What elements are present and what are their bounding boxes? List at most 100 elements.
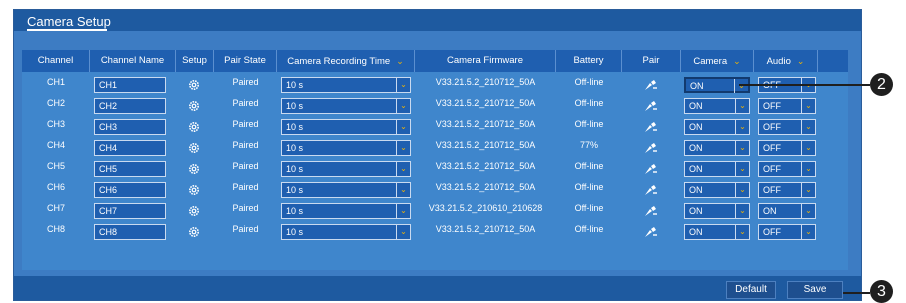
chevron-down-icon[interactable]: ⌄ xyxy=(797,56,805,66)
chevron-down-icon[interactable]: ⌄ xyxy=(396,99,410,113)
chevron-down-icon[interactable]: ⌄ xyxy=(396,56,404,66)
chevron-down-icon[interactable]: ⌄ xyxy=(735,225,749,239)
camera-select[interactable]: ON ⌄ xyxy=(684,224,750,240)
pair-state-cell: Paired xyxy=(232,182,259,192)
channel-name-input[interactable]: CH5 xyxy=(94,161,166,177)
chevron-down-icon[interactable]: ⌄ xyxy=(396,183,410,197)
chevron-down-icon[interactable]: ⌄ xyxy=(735,204,749,218)
column-header-setup: Setup xyxy=(176,50,214,72)
chevron-down-icon[interactable]: ⌄ xyxy=(801,120,815,134)
audio-select[interactable]: OFF ⌄ xyxy=(758,224,816,240)
channel-name-input[interactable]: CH8 xyxy=(94,224,166,240)
chevron-down-icon[interactable]: ⌄ xyxy=(734,79,748,93)
pair-state-cell: Paired xyxy=(232,77,259,87)
chevron-down-icon[interactable]: ⌄ xyxy=(396,120,410,134)
audio-select[interactable]: OFF ⌄ xyxy=(758,140,816,156)
audio-value: OFF xyxy=(763,101,781,111)
audio-value: ON xyxy=(763,206,777,216)
default-button[interactable]: Default xyxy=(726,281,776,299)
camera-select[interactable]: ON ⌄ xyxy=(684,140,750,156)
chevron-down-icon[interactable]: ⌄ xyxy=(801,141,815,155)
chevron-down-icon[interactable]: ⌄ xyxy=(396,78,410,92)
pair-wand-icon[interactable] xyxy=(644,141,658,153)
chevron-down-icon[interactable]: ⌄ xyxy=(735,99,749,113)
camera-select[interactable]: ON ⌄ xyxy=(684,119,750,135)
camera-select[interactable]: ON ⌄ xyxy=(684,182,750,198)
pair-wand-icon[interactable] xyxy=(644,162,658,174)
recording-time-select[interactable]: 10 s ⌄ xyxy=(281,224,411,240)
pair-wand-icon[interactable] xyxy=(644,183,658,195)
channel-name-input[interactable]: CH7 xyxy=(94,203,166,219)
camera-table: Channel Channel Name Setup Pair State Camera… xyxy=(22,50,848,270)
table-row: CH3 CH3 Paired 10 s ⌄ V33.21.5.2_210712_50A Of… xyxy=(22,116,848,137)
channel-name-input[interactable]: CH3 xyxy=(94,119,166,135)
audio-select[interactable]: OFF ⌄ xyxy=(758,119,816,135)
audio-value: OFF xyxy=(763,185,781,195)
audio-select[interactable]: ON ⌄ xyxy=(758,203,816,219)
table-header: Channel Channel Name Setup Pair State Camera… xyxy=(22,50,848,72)
pair-wand-icon[interactable] xyxy=(644,99,658,111)
gear-icon[interactable] xyxy=(188,141,200,153)
save-button[interactable]: Save xyxy=(787,281,843,299)
chevron-down-icon[interactable]: ⌄ xyxy=(396,141,410,155)
gear-icon[interactable] xyxy=(188,99,200,111)
chevron-down-icon[interactable]: ⌄ xyxy=(801,225,815,239)
recording-time-select[interactable]: 10 s ⌄ xyxy=(281,182,411,198)
chevron-down-icon[interactable]: ⌄ xyxy=(735,120,749,134)
channel-name-input[interactable]: CH2 xyxy=(94,98,166,114)
column-header-label: Setup xyxy=(182,55,207,66)
camera-select[interactable]: ON ⌄ xyxy=(684,98,750,114)
chevron-down-icon[interactable]: ⌄ xyxy=(801,162,815,176)
column-header-camera-recording-time[interactable]: Camera Recording Time ⌄ xyxy=(277,50,415,72)
column-header-audio[interactable]: Audio ⌄ xyxy=(754,50,818,72)
column-header-label: Camera Recording Time xyxy=(287,56,391,67)
channel-name-input[interactable]: CH6 xyxy=(94,182,166,198)
gear-icon[interactable] xyxy=(188,162,200,174)
audio-value: OFF xyxy=(763,227,781,237)
channel-name-input[interactable]: CH4 xyxy=(94,140,166,156)
pair-state-cell: Paired xyxy=(232,224,259,234)
audio-select[interactable]: OFF ⌄ xyxy=(758,182,816,198)
audio-select[interactable]: OFF ⌄ xyxy=(758,98,816,114)
camera-select[interactable]: ON ⌄ xyxy=(684,161,750,177)
pair-wand-icon[interactable] xyxy=(644,225,658,237)
column-header-label: Pair xyxy=(642,55,660,66)
recording-time-select[interactable]: 10 s ⌄ xyxy=(281,161,411,177)
chevron-down-icon[interactable]: ⌄ xyxy=(396,204,410,218)
firmware-cell: V33.21.5.2_210712_50A xyxy=(435,140,536,150)
chevron-down-icon[interactable]: ⌄ xyxy=(733,56,741,66)
channel-name-input[interactable]: CH1 xyxy=(94,77,166,93)
battery-cell: Off-line xyxy=(574,224,604,234)
camera-value: ON xyxy=(689,185,703,195)
gear-icon[interactable] xyxy=(188,204,200,216)
pair-wand-icon[interactable] xyxy=(644,204,658,216)
gear-icon[interactable] xyxy=(188,183,200,195)
recording-time-select[interactable]: 10 s ⌄ xyxy=(281,203,411,219)
pair-wand-icon[interactable] xyxy=(644,78,658,90)
recording-time-select[interactable]: 10 s ⌄ xyxy=(281,140,411,156)
recording-time-select[interactable]: 10 s ⌄ xyxy=(281,98,411,114)
chevron-down-icon[interactable]: ⌄ xyxy=(396,225,410,239)
column-header-camera-firmware: Camera Firmware xyxy=(415,50,556,72)
camera-setup-panel: Camera Setup Channel Channel Name Setup Pai… xyxy=(13,9,862,301)
chevron-down-icon[interactable]: ⌄ xyxy=(801,99,815,113)
recording-time-select[interactable]: 10 s ⌄ xyxy=(281,77,411,93)
table-row: CH1 CH1 Paired 10 s ⌄ V33.21.5.2_210712_50A Of… xyxy=(22,74,848,95)
gear-icon[interactable] xyxy=(188,78,200,90)
callout-line-3 xyxy=(843,292,870,294)
chevron-down-icon[interactable]: ⌄ xyxy=(735,183,749,197)
pair-wand-icon[interactable] xyxy=(644,120,658,132)
camera-select[interactable]: ON ⌄ xyxy=(684,203,750,219)
gear-icon[interactable] xyxy=(188,120,200,132)
tab-camera-setup[interactable]: Camera Setup xyxy=(27,14,111,29)
column-header-camera[interactable]: Camera ⌄ xyxy=(681,50,754,72)
chevron-down-icon[interactable]: ⌄ xyxy=(396,162,410,176)
chevron-down-icon[interactable]: ⌄ xyxy=(735,162,749,176)
gear-icon[interactable] xyxy=(188,225,200,237)
recording-time-select[interactable]: 10 s ⌄ xyxy=(281,119,411,135)
chevron-down-icon[interactable]: ⌄ xyxy=(801,183,815,197)
audio-select[interactable]: OFF ⌄ xyxy=(758,161,816,177)
chevron-down-icon[interactable]: ⌄ xyxy=(801,204,815,218)
chevron-down-icon[interactable]: ⌄ xyxy=(735,141,749,155)
audio-value: OFF xyxy=(763,143,781,153)
